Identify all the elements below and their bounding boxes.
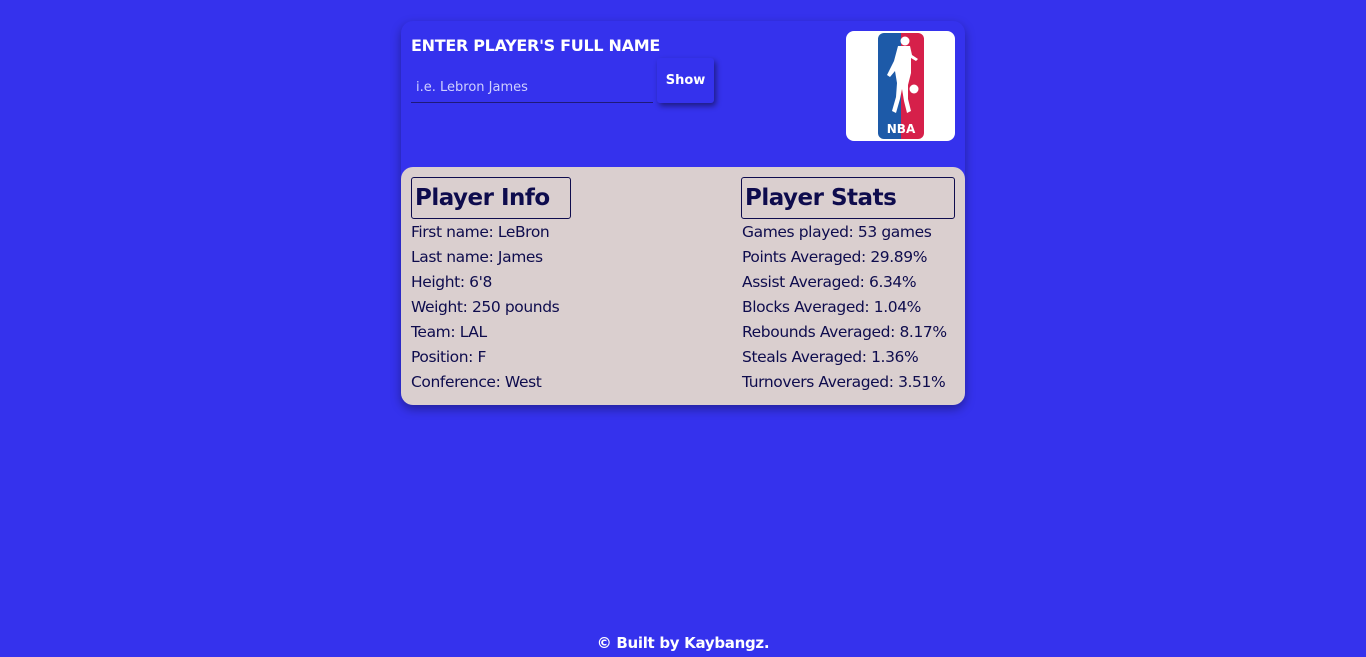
player-info-item: Height: 6'8 (411, 273, 492, 291)
show-button[interactable]: Show (657, 58, 714, 103)
player-info-heading: Player Info (411, 177, 571, 219)
player-stat-item: Points Averaged: 29.89% (742, 248, 928, 266)
player-info-item: Conference: West (411, 373, 542, 391)
player-details-panel: Player Info First name: LeBron Last name… (401, 167, 965, 405)
nba-logo: NBA (846, 31, 955, 141)
player-info-item: First name: LeBron (411, 223, 550, 241)
player-stat-item: Games played: 53 games (742, 223, 932, 241)
search-title: ENTER PLAYER'S FULL NAME (411, 36, 660, 55)
nba-logo-icon: NBA (878, 33, 924, 139)
player-info-list: First name: LeBron Last name: James Heig… (411, 220, 560, 395)
player-info-item: Team: LAL (411, 323, 487, 341)
nba-logo-text: NBA (887, 122, 916, 136)
player-name-input[interactable] (411, 73, 653, 103)
player-stat-item: Turnovers Averaged: 3.51% (742, 373, 946, 391)
player-stat-item: Blocks Averaged: 1.04% (742, 298, 922, 316)
player-info-item: Last name: James (411, 248, 543, 266)
player-stats-heading: Player Stats (741, 177, 955, 219)
footer-credit: © Built by Kaybangz. (596, 634, 770, 652)
player-stat-item: Rebounds Averaged: 8.17% (742, 323, 947, 341)
player-info-item: Weight: 250 pounds (411, 298, 560, 316)
player-search-card: ENTER PLAYER'S FULL NAME Show NBA Player (401, 21, 965, 405)
player-stat-item: Assist Averaged: 6.34% (742, 273, 917, 291)
player-stats-list: Games played: 53 games Points Averaged: … (742, 220, 947, 395)
player-info-item: Position: F (411, 348, 487, 366)
player-stat-item: Steals Averaged: 1.36% (742, 348, 919, 366)
